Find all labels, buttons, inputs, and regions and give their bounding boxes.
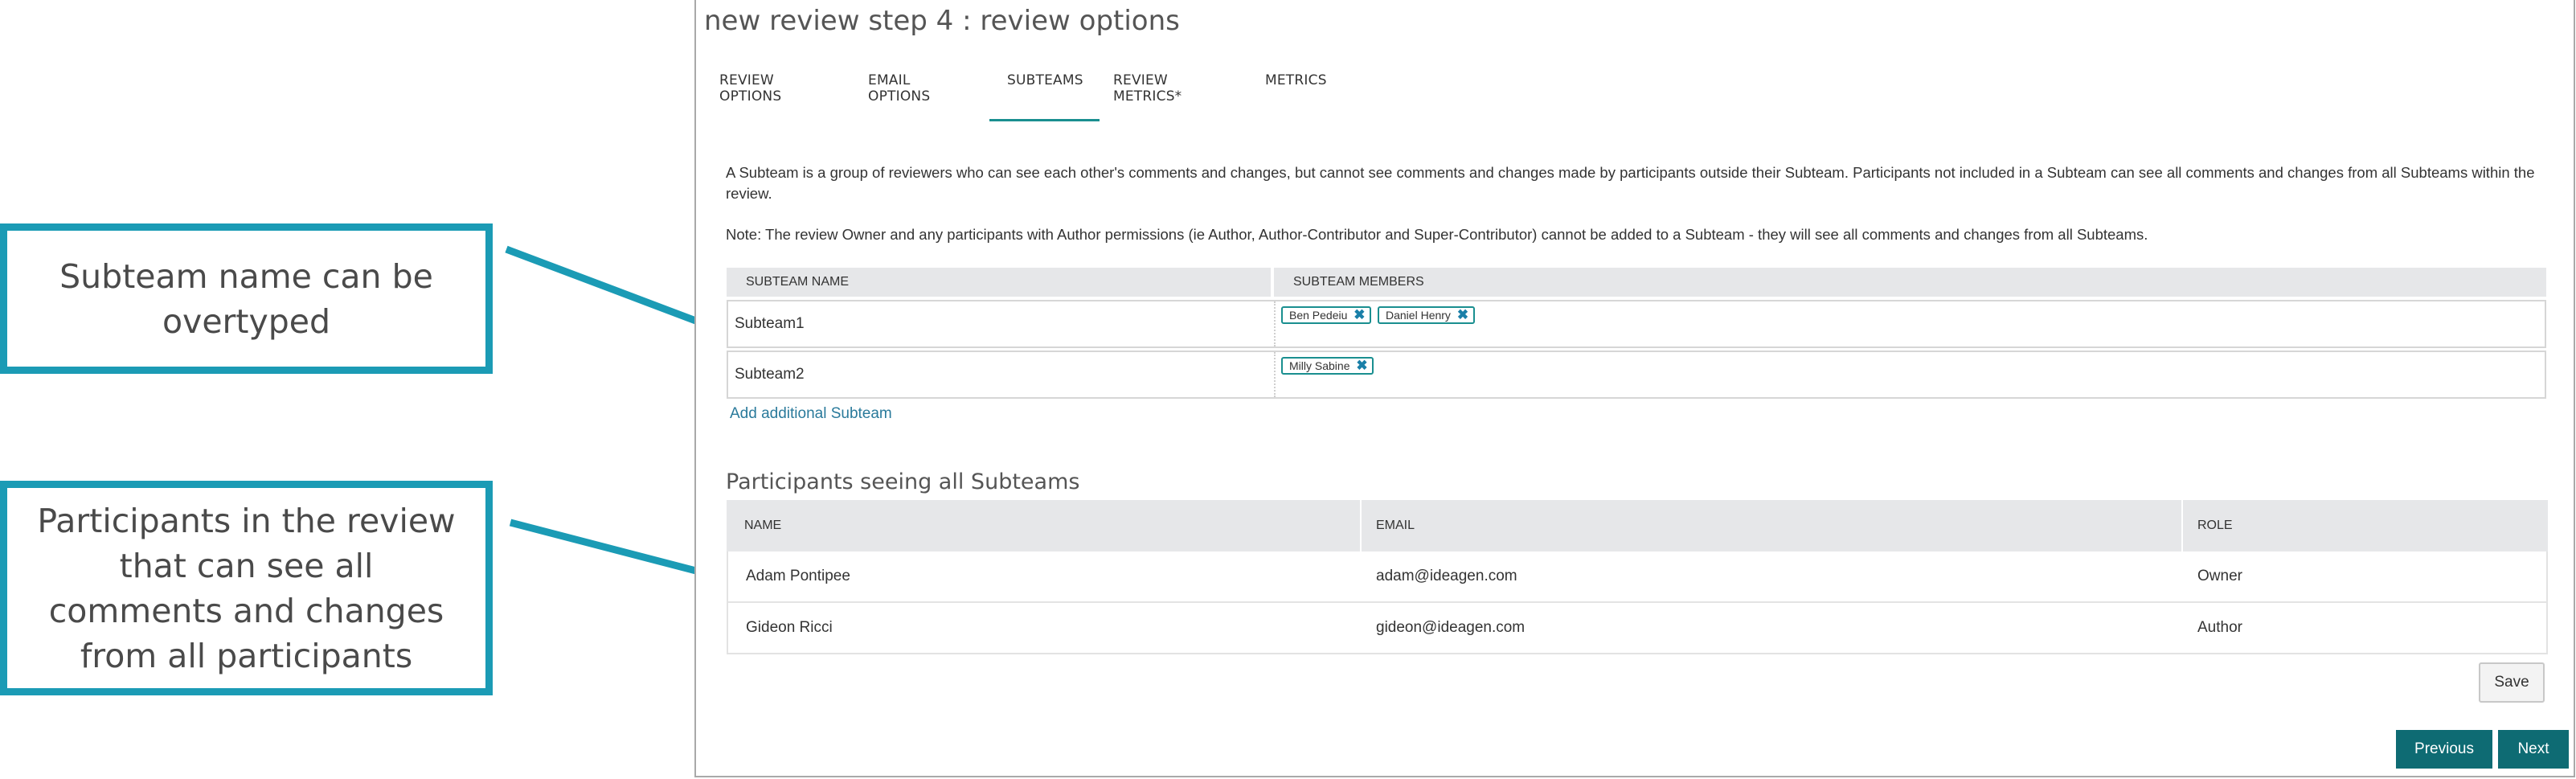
subteam-note: Note: The review Owner and any participa… (726, 226, 2148, 243)
column-divider (2181, 500, 2183, 551)
participant-email: gideon@ideagen.com (1376, 619, 1526, 636)
page-title: new review step 4 : review options (704, 5, 1180, 37)
participants-table: NAME EMAIL ROLE Adam Pontipee adam@ideag… (727, 500, 2548, 654)
subteam-row: Milly Sabine ✖ (727, 351, 2546, 399)
tab-subteams[interactable]: SUBTEAMS (989, 72, 1100, 121)
close-icon[interactable]: ✖ (1353, 308, 1366, 322)
participant-role: Owner (2197, 568, 2242, 584)
tab-metrics[interactable]: METRICS (1265, 72, 1327, 88)
tab-email-options[interactable]: EMAIL OPTIONS (868, 72, 930, 105)
save-button[interactable]: Save (2479, 662, 2545, 703)
participant-name: Gideon Ricci (746, 619, 833, 636)
callout-participants: Participants in the review that can see … (0, 481, 493, 695)
participant-name: Adam Pontipee (746, 568, 850, 584)
name-column-header: NAME (744, 519, 782, 532)
member-chip-label: Milly Sabine (1289, 359, 1350, 372)
tab-review-options[interactable]: REVIEW OPTIONS (719, 72, 781, 105)
members-divider (1274, 301, 1276, 346)
callout-participants-text: Participants in the review that can see … (37, 501, 456, 675)
callout-subteam-name-text: Subteam name can be overtyped (59, 256, 433, 341)
tab-review-metrics[interactable]: REVIEW METRICS* (1113, 72, 1182, 105)
participants-table-header: NAME EMAIL ROLE (727, 500, 2548, 551)
previous-button[interactable]: Previous (2396, 730, 2492, 769)
subteam-members-header: SUBTEAM MEMBERS (1274, 268, 2546, 297)
close-icon[interactable]: ✖ (1456, 308, 1469, 322)
subteam-name-header: SUBTEAM NAME (727, 268, 1271, 297)
table-row: Gideon Ricci gideon@ideagen.com Author (727, 603, 2548, 654)
member-chip: Daniel Henry ✖ (1378, 306, 1475, 324)
subteam-row: Ben Pedeiu ✖ Daniel Henry ✖ (727, 300, 2546, 348)
email-column-header: EMAIL (1376, 519, 1415, 532)
review-options-panel: new review step 4 : review options REVIE… (694, 0, 2575, 777)
connector-line-subteam (505, 245, 725, 335)
close-icon[interactable]: ✖ (1355, 359, 1368, 372)
subteam-name-input[interactable] (735, 352, 1249, 397)
subteam-name-input[interactable] (735, 301, 1249, 346)
callout-subteam-name: Subteam name can be overtyped (0, 223, 493, 374)
participant-role: Author (2197, 619, 2242, 636)
role-column-header: ROLE (2197, 519, 2233, 532)
member-chip-label: Daniel Henry (1386, 309, 1451, 322)
add-subteam-link[interactable]: Add additional Subteam (730, 405, 892, 423)
members-divider (1274, 352, 1276, 397)
participant-email: adam@ideagen.com (1376, 568, 1517, 584)
member-chip: Milly Sabine ✖ (1281, 357, 1374, 375)
member-chip-label: Ben Pedeiu (1289, 309, 1348, 322)
member-chip: Ben Pedeiu ✖ (1281, 306, 1372, 324)
participants-section-title: Participants seeing all Subteams (726, 469, 1080, 494)
table-row: Adam Pontipee adam@ideagen.com Owner (727, 551, 2548, 603)
column-divider (1360, 500, 1362, 551)
subteam-description: A Subteam is a group of reviewers who ca… (726, 164, 2535, 202)
next-button[interactable]: Next (2498, 730, 2569, 769)
